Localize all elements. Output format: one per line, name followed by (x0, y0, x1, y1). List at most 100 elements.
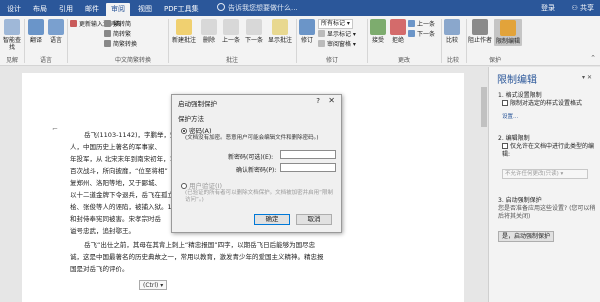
language-label: 语言 (49, 37, 62, 44)
compare-button[interactable]: 比较 (444, 19, 460, 44)
editing-restriction-checkbox[interactable]: 仅允许在文档中进行此类型的编辑: (502, 143, 594, 159)
show-comments-button[interactable]: 显示批注 (267, 19, 293, 44)
editing-type-select[interactable]: 不允许任何更改(只读) ▾ (502, 169, 588, 179)
radio-selected-icon (181, 128, 187, 134)
accept-icon (370, 19, 386, 35)
cancel-button[interactable]: 取消 (296, 214, 332, 225)
new-comment-button[interactable]: 新建批注 (171, 19, 197, 44)
start-enforcing-button[interactable]: 是，启动强制保护 (498, 231, 555, 242)
track-changes-button[interactable]: 修订 (299, 19, 315, 44)
ribbon-review: 智能查找 见解 翻译 语言 语言 更新输入法词典 繁转简 简转繁 简繁转换 中文… (0, 16, 600, 66)
para2-line: 国是对岳飞的评价。 (70, 265, 129, 273)
new-password-field[interactable] (280, 150, 336, 159)
tab-review[interactable]: 审阅 (106, 3, 130, 16)
pane-controls[interactable]: ▾ ✕ (582, 74, 592, 81)
next-change-icon (408, 30, 415, 37)
login-link[interactable]: 登录 (541, 3, 555, 14)
to-trad-button[interactable]: 繁转简 (104, 20, 131, 29)
settings-link[interactable]: 设置... (502, 112, 518, 120)
next-change-label: 下一条 (417, 31, 436, 38)
confirm-password-field[interactable] (280, 163, 336, 172)
next-comment-icon (246, 19, 262, 35)
prev-comment-icon (223, 19, 239, 35)
lock-icon (500, 20, 516, 36)
ribbon-divider (367, 19, 368, 63)
accept-button[interactable]: 接受 (370, 19, 386, 44)
close-icon[interactable]: ✕ (328, 96, 335, 105)
group-compare-label: 比较 (446, 57, 459, 64)
tell-me-text: 告诉我您想要做什么... (228, 4, 298, 12)
show-comments-icon (272, 19, 288, 35)
share-label: 共享 (580, 4, 594, 12)
translate-button[interactable]: 翻译 (28, 19, 44, 44)
compare-label: 比较 (445, 37, 458, 44)
markup-select[interactable]: 所有标记 ▾ (318, 19, 353, 29)
ribbon-divider (466, 19, 467, 63)
reject-button[interactable]: 拒绝 (390, 19, 406, 44)
dictionary-icon (70, 20, 77, 27)
next-change-button[interactable]: 下一条 (408, 30, 435, 39)
prev-change-button[interactable]: 上一条 (408, 20, 435, 29)
password-radio[interactable]: 密码(A) (181, 125, 212, 135)
restrict-editing-label: 限制编辑 (495, 38, 520, 45)
tab-view[interactable]: 视图 (133, 3, 157, 16)
document-scrollbar[interactable] (480, 67, 488, 302)
ok-button[interactable]: 确定 (254, 214, 290, 225)
start-enforcing-protection-dialog: 启动强制保护 ? ✕ 保护方法 密码(A) (文档没有加密。恶意用户可能会编辑文… (171, 94, 342, 233)
editing-type-value: 不允许任何更改(只读) (505, 171, 559, 177)
prev-comment-button[interactable]: 上一条 (220, 19, 242, 44)
delete-comment-label: 删除 (202, 37, 215, 44)
next-comment-button[interactable]: 下一条 (243, 19, 265, 44)
language-button[interactable]: 语言 (48, 19, 64, 44)
ribbon-divider (296, 19, 297, 63)
formatting-restriction-checkbox[interactable]: 限制对选定的样式设置格式 (502, 100, 594, 108)
paragraph-2[interactable]: 岳飞“出仕之前，其母在其背上刺上“精忠报国”四字，以期岳飞日后能够为国尽忠 诚，… (70, 239, 450, 275)
tab-design[interactable]: 设计 (2, 3, 26, 16)
tab-references[interactable]: 引用 (54, 3, 78, 16)
checkbox-icon (502, 100, 508, 106)
markup-select-value: 所有标记 (321, 20, 346, 27)
ribbon-divider (24, 19, 25, 63)
password-radio-label: 密码(A) (189, 127, 212, 135)
show-markup-button[interactable]: 显示标记 ▾ (318, 30, 356, 39)
show-comments-label: 显示批注 (267, 37, 292, 44)
para2-line: 岳飞“出仕之前，其母在其背上刺上“精忠报国”四字，以期岳飞日后能够为国尽忠 (84, 241, 316, 249)
convert-icon (104, 30, 111, 37)
user-auth-note: (已验证的所有者可以删除文档保护。文档被加密并启用“限制访问”。) (185, 190, 333, 203)
tab-mailings[interactable]: 邮件 (80, 3, 104, 16)
review-pane-button[interactable]: 审阅窗格 ▾ (318, 40, 356, 49)
formatting-restriction-label: 限制对选定的样式设置格式 (510, 100, 583, 107)
block-authors-button[interactable]: 阻止作者 (468, 19, 492, 44)
collapse-ribbon-icon[interactable]: ⌃ (590, 54, 596, 62)
prev-change-label: 上一条 (417, 21, 436, 28)
tab-pdf-tools[interactable]: PDF工具集 (159, 3, 204, 16)
scrollbar-thumb[interactable] (481, 87, 487, 127)
convert-icon (104, 40, 111, 47)
tab-layout[interactable]: 布局 (28, 3, 52, 16)
track-changes-icon (299, 19, 315, 35)
delete-comment-button[interactable]: 删除 (200, 19, 218, 44)
block-authors-icon (472, 19, 488, 35)
group-chinese-label: 中文简繁转换 (114, 57, 151, 64)
to-simp-button[interactable]: 简转繁 (104, 30, 131, 39)
protection-method-heading: 保护方法 (178, 115, 204, 123)
checkbox-icon (502, 143, 508, 149)
block-authors-label: 阻止作者 (468, 37, 493, 44)
ribbon-tab-bar: 设计 布局 引用 邮件 审阅 视图 PDF工具集 告诉我您想要做什么... 登录… (0, 0, 600, 16)
conv-button[interactable]: 简繁转换 (104, 40, 137, 49)
paste-options-button[interactable]: (Ctrl) ▾ (139, 280, 168, 290)
ribbon-divider (67, 19, 68, 63)
conv-label: 简繁转换 (113, 41, 138, 48)
paragraph-marker: ⌐ (52, 125, 58, 133)
share-button[interactable]: ⚇ 共享 (571, 3, 594, 14)
restrict-editing-button[interactable]: 限制编辑 (494, 19, 522, 46)
language-icon (48, 19, 64, 35)
tell-me-search[interactable]: 告诉我您想要做什么... (217, 3, 298, 14)
help-icon[interactable]: ? (316, 97, 320, 105)
group-tracking-label: 修订 (325, 57, 338, 64)
smart-lookup-button[interactable]: 智能查找 (3, 19, 21, 51)
user-auth-radio[interactable]: 用户验证(I) (181, 180, 222, 190)
track-changes-label: 修订 (300, 37, 313, 44)
review-pane-label: 审阅窗格 (327, 41, 352, 48)
group-language-label: 语言 (39, 57, 52, 64)
